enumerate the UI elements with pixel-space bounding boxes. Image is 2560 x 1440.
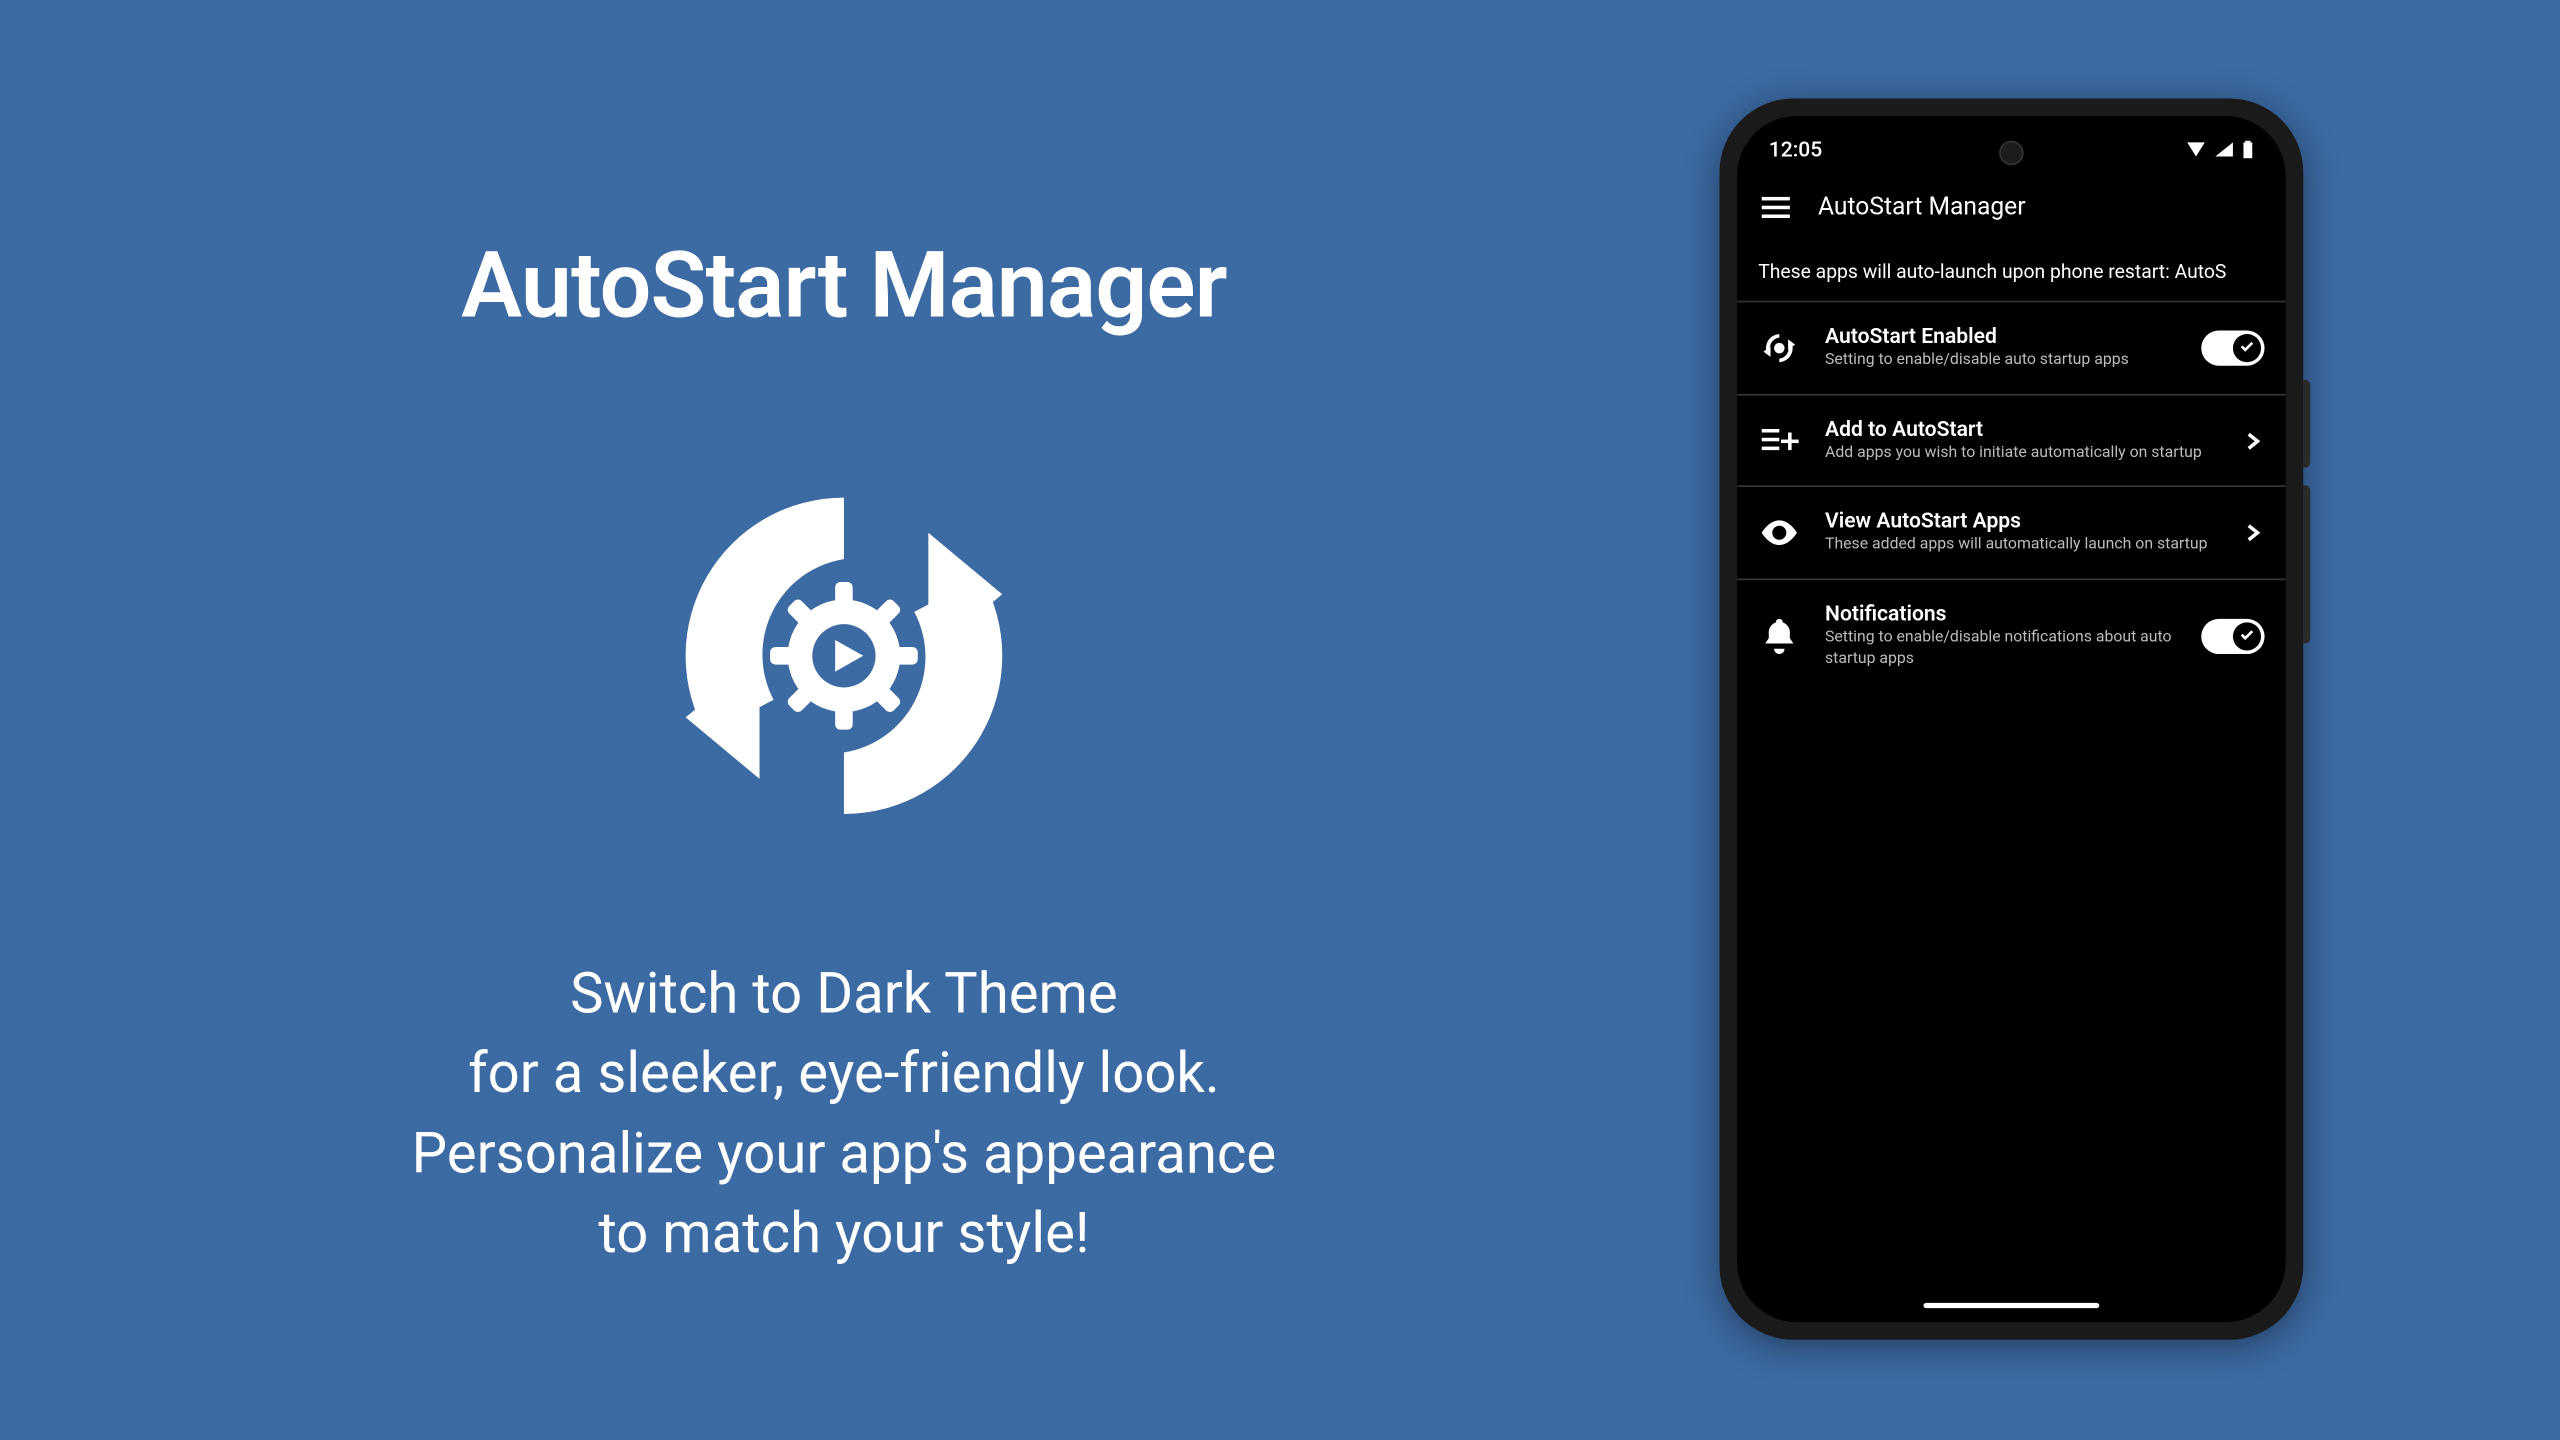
chevron-right-icon: [2240, 521, 2265, 546]
item-title: Add to AutoStart: [1825, 416, 2215, 441]
app-logo-icon: [633, 462, 1055, 849]
eye-icon: [1758, 512, 1800, 554]
item-subtitle: These added apps will automatically laun…: [1825, 537, 2215, 558]
app-bar: AutoStart Manager: [1737, 176, 2286, 239]
setting-notifications[interactable]: Notifications Setting to enable/disable …: [1737, 579, 2286, 692]
setting-autostart-enabled[interactable]: AutoStart Enabled Setting to enable/disa…: [1737, 301, 2286, 394]
battery-icon: [2242, 140, 2254, 159]
toggle-switch[interactable]: [2201, 618, 2264, 653]
item-title: View AutoStart Apps: [1825, 509, 2215, 534]
item-title: AutoStart Enabled: [1825, 324, 2177, 349]
item-subtitle: Setting to enable/disable auto startup a…: [1825, 352, 2177, 373]
status-time: 12:05: [1769, 137, 1823, 162]
camera-cutout-icon: [1999, 141, 2024, 166]
wifi-icon: [2185, 141, 2206, 159]
home-indicator[interactable]: [1923, 1303, 2099, 1308]
item-title: Notifications: [1825, 601, 2177, 626]
promo-title: AutoStart Manager: [461, 232, 1227, 339]
refresh-gear-icon: [1758, 327, 1800, 369]
header-subtitle: These apps will auto-launch upon phone r…: [1737, 239, 2286, 301]
item-subtitle: Add apps you wish to initiate automatica…: [1825, 444, 2215, 465]
chevron-right-icon: [2240, 428, 2265, 453]
bell-icon: [1758, 615, 1800, 657]
check-icon: [2238, 625, 2256, 643]
phone-screen: 12:05 AutoStart Manager These apps will …: [1737, 116, 2286, 1322]
signal-icon: [2214, 141, 2235, 159]
setting-add-autostart[interactable]: Add to AutoStart Add apps you wish to in…: [1737, 393, 2286, 486]
item-subtitle: Setting to enable/disable notifications …: [1825, 630, 2177, 671]
promo-panel: AutoStart Manager: [0, 0, 1688, 1435]
app-bar-title: AutoStart Manager: [1818, 193, 2026, 221]
setting-view-apps[interactable]: View AutoStart Apps These added apps wil…: [1737, 486, 2286, 579]
phone-frame: 12:05 AutoStart Manager These apps will …: [1720, 98, 2304, 1339]
toggle-switch[interactable]: [2201, 330, 2264, 365]
menu-icon[interactable]: [1762, 197, 1790, 218]
promo-description: Switch to Dark Theme for a sleeker, eye-…: [412, 955, 1277, 1275]
list-add-icon: [1758, 419, 1800, 461]
check-icon: [2238, 337, 2256, 355]
